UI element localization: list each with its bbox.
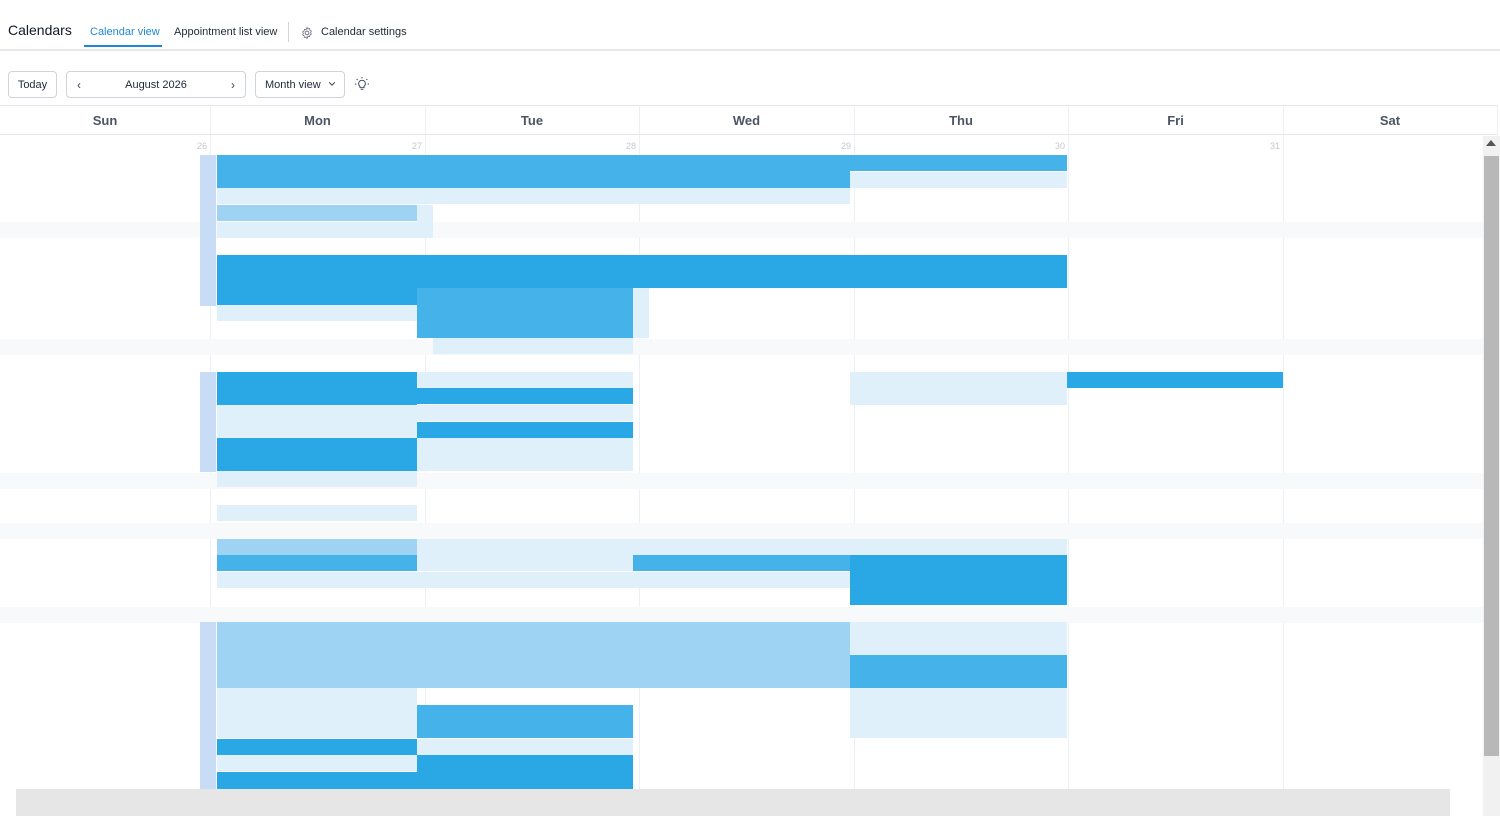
event-block[interactable] xyxy=(633,622,850,688)
tab-appointment-list-view[interactable]: Appointment list view xyxy=(174,26,277,38)
month-calendar: Sun Mon Tue Wed Thu Fri Sat 26 27 28 29 … xyxy=(0,105,1500,816)
tab-calendar-view[interactable]: Calendar view xyxy=(90,26,160,38)
event-block[interactable] xyxy=(417,555,633,571)
row-band xyxy=(0,339,1483,355)
event-block[interactable] xyxy=(850,155,1067,171)
event-block[interactable] xyxy=(850,555,1067,605)
event-block[interactable] xyxy=(417,155,633,188)
event-block[interactable] xyxy=(217,622,417,688)
day-header-fri: Fri xyxy=(1068,105,1283,135)
event-block[interactable] xyxy=(217,471,417,487)
view-select-label: Month view xyxy=(265,78,321,91)
gear-icon[interactable] xyxy=(300,26,314,40)
day-header-wed: Wed xyxy=(639,105,854,135)
event-block[interactable] xyxy=(217,255,417,305)
lightbulb-icon[interactable] xyxy=(354,76,370,92)
event-block[interactable] xyxy=(217,372,417,405)
date-number[interactable]: 31 xyxy=(1260,141,1280,151)
event-block[interactable] xyxy=(633,188,850,204)
day-header-thu: Thu xyxy=(854,105,1068,135)
event-block[interactable] xyxy=(433,338,633,354)
event-block[interactable] xyxy=(417,622,633,688)
event-edge xyxy=(200,622,216,792)
scroll-up-arrow-icon[interactable] xyxy=(1486,140,1496,146)
event-block[interactable] xyxy=(417,372,633,388)
event-block[interactable] xyxy=(217,505,417,521)
vertical-scrollbar-thumb[interactable] xyxy=(1484,156,1499,756)
event-block[interactable] xyxy=(217,555,417,571)
month-navigator: ‹ August 2026 › xyxy=(66,71,246,98)
event-block[interactable] xyxy=(633,255,850,288)
event-block[interactable] xyxy=(633,288,649,338)
event-block[interactable] xyxy=(417,539,633,555)
event-block[interactable] xyxy=(850,172,1067,188)
day-header-sat: Sat xyxy=(1283,105,1497,135)
event-block[interactable] xyxy=(850,688,1067,738)
event-block[interactable] xyxy=(217,205,417,221)
date-number[interactable]: 27 xyxy=(402,141,422,151)
tab-calendar-settings[interactable]: Calendar settings xyxy=(321,26,407,38)
event-block[interactable] xyxy=(633,155,850,188)
chevron-right-icon[interactable]: › xyxy=(226,78,240,92)
column-divider xyxy=(639,105,640,816)
event-block[interactable] xyxy=(217,739,417,755)
event-block[interactable] xyxy=(417,705,633,738)
event-block[interactable] xyxy=(417,288,633,338)
event-block[interactable] xyxy=(417,255,633,288)
event-block[interactable] xyxy=(217,572,417,588)
horizontal-scrollbar[interactable] xyxy=(16,789,1450,816)
event-block[interactable] xyxy=(850,372,1067,405)
column-divider xyxy=(1068,105,1069,816)
day-header-mon: Mon xyxy=(210,105,425,135)
event-block[interactable] xyxy=(417,755,633,792)
day-header-tue: Tue xyxy=(425,105,639,135)
date-number[interactable]: 28 xyxy=(616,141,636,151)
event-block[interactable] xyxy=(417,438,633,471)
month-label: August 2026 xyxy=(125,78,187,91)
date-number[interactable]: 30 xyxy=(1045,141,1065,151)
event-block[interactable] xyxy=(417,388,633,404)
column-divider xyxy=(1283,105,1284,816)
tab-divider xyxy=(288,22,289,42)
event-block[interactable] xyxy=(850,622,1067,655)
event-block[interactable] xyxy=(217,222,417,238)
event-block[interactable] xyxy=(417,188,633,204)
view-select-button[interactable]: Month view xyxy=(255,71,345,98)
top-bar: Calendars Calendar view Appointment list… xyxy=(0,0,1500,51)
event-block[interactable] xyxy=(633,539,850,555)
event-block[interactable] xyxy=(417,739,633,755)
event-block[interactable] xyxy=(217,755,417,771)
event-block[interactable] xyxy=(850,655,1067,688)
date-number[interactable]: 29 xyxy=(831,141,851,151)
event-block[interactable] xyxy=(417,405,633,421)
event-block[interactable] xyxy=(633,572,850,588)
event-block[interactable] xyxy=(633,555,850,571)
event-block[interactable] xyxy=(850,539,1067,555)
row-band xyxy=(0,523,1483,539)
event-block[interactable] xyxy=(217,305,417,321)
event-block[interactable] xyxy=(1067,372,1283,388)
today-button[interactable]: Today xyxy=(8,71,57,98)
page-title: Calendars xyxy=(8,22,72,38)
event-block[interactable] xyxy=(417,572,633,588)
event-block[interactable] xyxy=(217,405,417,438)
event-edge xyxy=(200,155,216,306)
event-block[interactable] xyxy=(217,438,417,471)
chevron-down-icon xyxy=(328,82,336,86)
event-edge xyxy=(200,372,216,472)
row-band xyxy=(0,607,1483,623)
date-number[interactable]: 26 xyxy=(187,141,207,151)
event-block[interactable] xyxy=(217,155,417,188)
event-block[interactable] xyxy=(417,422,633,438)
event-block[interactable] xyxy=(217,688,417,738)
day-header-sun: Sun xyxy=(0,105,210,135)
event-block[interactable] xyxy=(217,188,417,204)
event-block[interactable] xyxy=(850,255,1067,288)
active-tab-indicator xyxy=(84,45,162,47)
event-block[interactable] xyxy=(217,539,417,555)
event-block[interactable] xyxy=(417,205,433,238)
chevron-left-icon[interactable]: ‹ xyxy=(72,78,86,92)
